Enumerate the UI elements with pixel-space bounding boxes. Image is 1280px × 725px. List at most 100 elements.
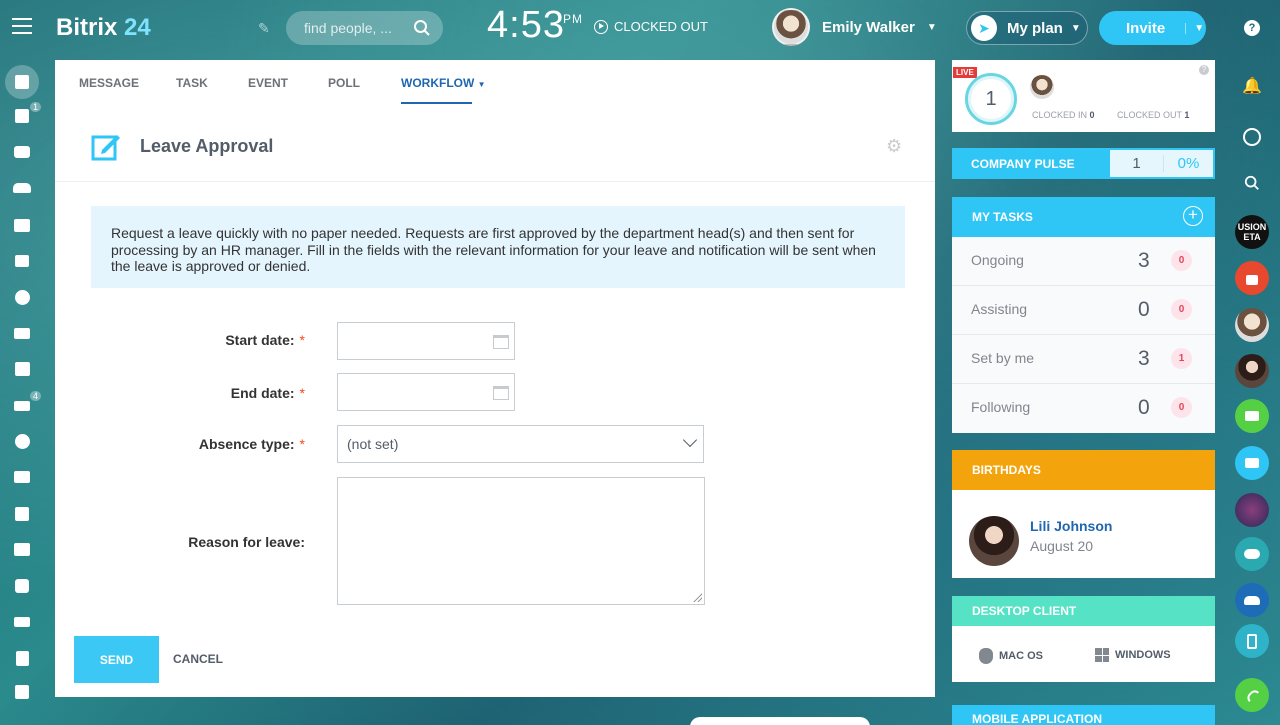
send-button[interactable]: SEND bbox=[74, 636, 159, 683]
contact-center-icon[interactable] bbox=[12, 215, 32, 235]
absence-type-value: (not set) bbox=[347, 436, 399, 452]
tasks-icon[interactable] bbox=[12, 106, 32, 126]
app-logo[interactable]: Bitrix 24 bbox=[56, 14, 151, 42]
mac-os-link[interactable]: MAC OS bbox=[979, 648, 1043, 664]
live-count[interactable]: 1 bbox=[965, 73, 1017, 125]
absence-type-select[interactable]: (not set) bbox=[337, 425, 704, 463]
search-icon[interactable] bbox=[413, 19, 431, 37]
inventory-icon[interactable] bbox=[12, 612, 32, 632]
reason-textarea[interactable] bbox=[337, 477, 705, 605]
end-date-label-row: End date: * bbox=[55, 385, 305, 401]
company-pulse[interactable]: COMPANY PULSE 1 0% bbox=[952, 148, 1215, 179]
menu-icon[interactable] bbox=[12, 18, 32, 34]
user-menu[interactable]: Emily Walker ▼ bbox=[772, 8, 937, 46]
calendar-icon[interactable] bbox=[493, 335, 509, 349]
resize-handle[interactable] bbox=[692, 592, 702, 602]
shop-icon[interactable] bbox=[12, 467, 32, 487]
reason-label: Reason for leave: bbox=[188, 534, 305, 550]
task-row-label: Assisting bbox=[971, 301, 1028, 317]
help-icon[interactable]: ? bbox=[1235, 11, 1269, 45]
search-box[interactable]: find people, ... bbox=[286, 11, 443, 45]
search-icon[interactable] bbox=[1235, 166, 1269, 200]
feed-icon[interactable] bbox=[5, 65, 39, 99]
start-date-field[interactable] bbox=[337, 322, 515, 360]
windows-label: WINDOWS bbox=[1115, 649, 1171, 661]
my-plan-button[interactable]: ➤ My plan ▼ bbox=[966, 11, 1088, 45]
workflow-edit-icon bbox=[91, 135, 120, 161]
fusion-eta-chat[interactable]: USION ETA bbox=[1235, 215, 1269, 249]
tab-message[interactable]: MESSAGE bbox=[79, 76, 139, 90]
employees-icon[interactable] bbox=[12, 178, 32, 198]
birthday-item[interactable]: Lili Johnson August 20 bbox=[952, 490, 1215, 578]
task-row-count: 3 bbox=[1138, 347, 1150, 370]
help-glyph: ? bbox=[1244, 20, 1260, 36]
workflow-composer: MESSAGE TASK EVENT POLL WORKFLOW ▼ Leave… bbox=[55, 60, 935, 697]
mail-icon[interactable] bbox=[12, 323, 32, 343]
info-text: Request a leave quickly with no paper ne… bbox=[91, 206, 905, 288]
goals-icon[interactable] bbox=[12, 431, 32, 451]
tab-event[interactable]: EVENT bbox=[248, 76, 288, 90]
group-chat-avatar[interactable] bbox=[1235, 493, 1269, 527]
cancel-button[interactable]: CANCEL bbox=[173, 652, 223, 666]
gear-icon[interactable]: ⚙ bbox=[886, 136, 902, 157]
mobile-app-title: MOBILE APPLICATION bbox=[972, 712, 1102, 725]
time-icon[interactable] bbox=[12, 287, 32, 307]
sites-icon[interactable] bbox=[12, 539, 32, 559]
documents-icon[interactable] bbox=[12, 648, 32, 668]
clock-status[interactable]: CLOCKED OUT bbox=[594, 19, 708, 34]
group-icon[interactable] bbox=[1235, 583, 1269, 617]
avatar[interactable] bbox=[1235, 354, 1269, 388]
bottom-pill[interactable] bbox=[690, 717, 870, 725]
chevron-down-icon: ▼ bbox=[477, 80, 486, 89]
my-tasks-title[interactable]: MY TASKS bbox=[972, 210, 1033, 224]
mobile-icon[interactable] bbox=[1235, 624, 1269, 658]
chat-icon[interactable] bbox=[12, 142, 32, 162]
left-sidebar: 1 4 bbox=[0, 58, 44, 725]
video-call-icon[interactable] bbox=[1235, 399, 1269, 433]
birthday-name[interactable]: Lili Johnson bbox=[1030, 518, 1112, 534]
chevron-down-icon[interactable]: ▼ bbox=[1185, 22, 1204, 34]
birthdays-title: BIRTHDAYS bbox=[972, 463, 1041, 477]
windows-link[interactable]: WINDOWS bbox=[1095, 648, 1171, 662]
crm-icon[interactable] bbox=[12, 251, 32, 271]
end-date-field[interactable] bbox=[337, 373, 515, 411]
task-row-set-by-me[interactable]: Set by me 3 1 bbox=[952, 335, 1215, 384]
apps-icon[interactable] bbox=[12, 504, 32, 524]
search-input[interactable]: find people, ... bbox=[304, 20, 392, 36]
avatar[interactable] bbox=[969, 516, 1019, 566]
filter-icon[interactable] bbox=[12, 396, 32, 416]
invite-button[interactable]: Invite ▼ bbox=[1099, 11, 1206, 45]
help-icon[interactable]: ? bbox=[1199, 65, 1209, 75]
absence-type-label-row: Absence type: * bbox=[55, 436, 305, 452]
task-row-ongoing[interactable]: Ongoing 3 0 bbox=[952, 237, 1215, 286]
messenger-icon[interactable] bbox=[1235, 120, 1269, 154]
start-date-label: Start date: bbox=[225, 332, 295, 348]
telephony-icon[interactable] bbox=[12, 576, 32, 596]
calendar-icon[interactable] bbox=[493, 386, 509, 400]
avatar[interactable] bbox=[1030, 75, 1054, 99]
phone-icon[interactable] bbox=[1235, 678, 1269, 712]
composer-tabs: MESSAGE TASK EVENT POLL WORKFLOW ▼ bbox=[55, 60, 935, 106]
tab-workflow[interactable]: WORKFLOW ▼ bbox=[401, 76, 486, 90]
desktop-client-title: DESKTOP CLIENT bbox=[972, 604, 1077, 618]
task-row-badge: 0 bbox=[1171, 397, 1192, 418]
avatar[interactable] bbox=[1235, 308, 1269, 342]
calendar-icon[interactable] bbox=[12, 359, 32, 379]
task-row-following[interactable]: Following 0 0 bbox=[952, 384, 1215, 433]
user-name: Emily Walker bbox=[822, 18, 915, 36]
add-task-icon[interactable]: + bbox=[1183, 206, 1203, 226]
bell-icon[interactable]: 🔔 bbox=[1235, 69, 1269, 103]
edit-icon[interactable]: ✎ bbox=[258, 20, 270, 37]
task-row-count: 3 bbox=[1138, 249, 1150, 272]
tab-poll[interactable]: POLL bbox=[328, 76, 360, 90]
tab-task[interactable]: TASK bbox=[176, 76, 208, 90]
task-row-assisting[interactable]: Assisting 0 0 bbox=[952, 286, 1215, 335]
app-name: Bitrix bbox=[56, 14, 118, 41]
lock-icon[interactable] bbox=[1235, 261, 1269, 295]
schedule-icon[interactable] bbox=[12, 682, 32, 702]
clocked-in-stat: CLOCKED IN 0 bbox=[1032, 110, 1095, 120]
desktop-client-header: DESKTOP CLIENT bbox=[952, 596, 1215, 626]
video-chat-icon[interactable] bbox=[1235, 446, 1269, 480]
filter-badge: 4 bbox=[30, 391, 42, 401]
cloud-icon[interactable] bbox=[1235, 537, 1269, 571]
